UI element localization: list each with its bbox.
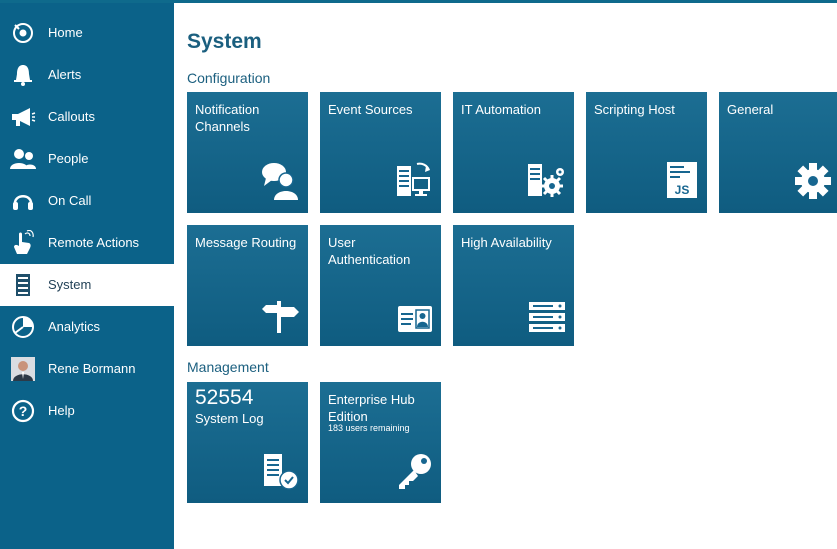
tile-label: Event Sources	[328, 102, 413, 117]
system-log-count: 52554	[195, 386, 254, 409]
tile-label: IT Automation	[461, 102, 541, 117]
tile-enterprise-hub-edition[interactable]: Enterprise Hub Edition 183 users remaini…	[320, 382, 441, 503]
id-card-icon	[397, 305, 433, 338]
user-avatar	[10, 356, 36, 382]
sidebar-item-system[interactable]: System	[0, 264, 174, 306]
tile-high-availability[interactable]: High Availability	[453, 225, 574, 346]
sidebar-item-analytics[interactable]: Analytics	[0, 306, 174, 348]
log-check-icon	[262, 450, 300, 495]
megaphone-icon	[10, 104, 36, 130]
sidebar-item-label: People	[48, 151, 89, 166]
svg-text:JS: JS	[675, 183, 690, 197]
chat-person-icon	[260, 160, 300, 205]
tile-label: Notification Channels	[195, 102, 260, 134]
tile-label: Scripting Host	[594, 102, 675, 117]
people-icon	[10, 146, 36, 172]
svg-text:?: ?	[19, 403, 28, 419]
section-title-configuration: Configuration	[187, 70, 271, 86]
event-sources-icon	[395, 160, 433, 205]
tile-it-automation[interactable]: IT Automation	[453, 92, 574, 213]
bell-icon	[10, 62, 36, 88]
sidebar-item-on-call[interactable]: On Call	[0, 180, 174, 222]
gear-icon	[794, 162, 832, 205]
sidebar-item-label: Alerts	[48, 67, 82, 82]
sidebar-item-label: Home	[48, 25, 83, 40]
sidebar-item-label: Callouts	[48, 109, 95, 124]
tile-label: High Availability	[461, 235, 552, 250]
tile-label: Enterprise Hub Edition	[328, 392, 415, 424]
page-title: System	[187, 30, 262, 53]
key-icon	[395, 452, 433, 495]
pie-chart-icon	[10, 314, 36, 340]
sidebar-item-label: Help	[48, 403, 75, 418]
automation-gear-icon	[526, 160, 566, 205]
touch-icon	[10, 230, 36, 256]
sidebar-item-user-profile[interactable]: Rene Bormann	[0, 348, 174, 390]
js-script-icon: JS	[665, 160, 699, 205]
sidebar-item-label: On Call	[48, 193, 92, 208]
tile-scripting-host[interactable]: Scripting Host JS	[586, 92, 707, 213]
server-icon	[10, 272, 36, 298]
sidebar-item-label: System	[48, 277, 92, 292]
tile-label: User Authentication	[328, 235, 411, 267]
headset-icon	[10, 188, 36, 214]
section-title-management: Management	[187, 359, 269, 375]
sidebar-item-label: Analytics	[48, 319, 101, 334]
home-icon	[10, 20, 36, 46]
tile-notification-channels[interactable]: Notification Channels	[187, 92, 308, 213]
tile-message-routing[interactable]: Message Routing	[187, 225, 308, 346]
signpost-icon	[260, 297, 300, 338]
tile-general[interactable]: General	[719, 92, 837, 213]
sidebar-item-help[interactable]: ? Help	[0, 390, 174, 432]
help-icon: ?	[10, 398, 36, 424]
main-content: System Configuration Notification Channe…	[174, 3, 837, 549]
sidebar-item-label: Remote Actions	[48, 235, 140, 250]
tile-label: General	[727, 102, 774, 117]
sidebar-item-remote-actions[interactable]: Remote Actions	[0, 222, 174, 264]
sidebar-item-label: Rene Bormann	[48, 361, 136, 376]
tile-user-authentication[interactable]: User Authentication	[320, 225, 441, 346]
users-remaining-note: 183 users remaining	[328, 423, 410, 433]
sidebar: Home Alerts Callouts People On Call Remo…	[0, 3, 174, 549]
sidebar-item-callouts[interactable]: Callouts	[0, 96, 174, 138]
server-rack-icon	[528, 301, 566, 338]
sidebar-item-home[interactable]: Home	[0, 12, 174, 54]
sidebar-item-people[interactable]: People	[0, 138, 174, 180]
tile-label: System Log	[195, 411, 264, 426]
sidebar-item-alerts[interactable]: Alerts	[0, 54, 174, 96]
tile-event-sources[interactable]: Event Sources	[320, 92, 441, 213]
tile-label: Message Routing	[195, 235, 297, 250]
tile-system-log[interactable]: 52554 System Log	[187, 382, 308, 503]
